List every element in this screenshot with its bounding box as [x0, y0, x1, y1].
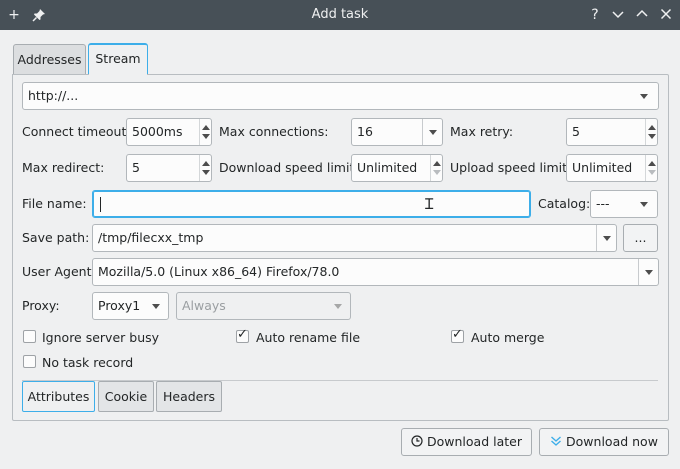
i-beam-cursor-icon: Ɪ: [425, 195, 434, 213]
upload-speed-label: Upload speed limit:: [450, 160, 572, 175]
save-path-combobox[interactable]: /tmp/filecxx_tmp: [92, 224, 617, 252]
download-later-button[interactable]: Download later: [401, 428, 532, 456]
chevron-down-icon[interactable]: [146, 293, 166, 319]
chevron-down-icon[interactable]: [638, 259, 658, 285]
close-icon[interactable]: [656, 5, 676, 25]
chevron-down-icon: [328, 293, 348, 319]
proxy-mode-combobox: Always: [176, 292, 351, 320]
window-title: Add task: [311, 7, 369, 22]
file-name-input[interactable]: Ɪ: [92, 190, 531, 218]
user-agent-value: Mozilla/5.0 (Linux x86_64) Firefox/78.0: [98, 264, 340, 279]
title-bar: + Add task ?: [0, 0, 680, 30]
text-cursor: [100, 197, 101, 212]
url-combobox[interactable]: http://...: [22, 82, 659, 110]
max-redirect-value: 5: [132, 160, 140, 175]
active-tab-join: [89, 73, 147, 76]
max-redirect-label: Max redirect:: [22, 160, 105, 175]
download-later-label: Download later: [427, 434, 522, 449]
no-task-record-label: No task record: [42, 355, 134, 370]
max-retry-spinbox[interactable]: 5: [566, 118, 658, 146]
max-redirect-spinbox[interactable]: 5: [126, 154, 212, 182]
spin-arrows-icon[interactable]: [645, 155, 657, 181]
catalog-combobox[interactable]: ---: [590, 190, 658, 218]
download-speed-spinbox[interactable]: Unlimited: [351, 154, 443, 182]
catalog-label: Catalog:: [538, 196, 591, 211]
help-icon[interactable]: ?: [585, 5, 605, 25]
chevron-down-icon[interactable]: [422, 119, 442, 145]
auto-rename-label: Auto rename file: [256, 330, 361, 345]
tab-stream[interactable]: Stream: [88, 43, 148, 75]
save-path-value: /tmp/filecxx_tmp: [98, 230, 204, 245]
ignore-server-busy-label: Ignore server busy: [42, 330, 160, 345]
user-agent-label: User Agent:: [22, 264, 96, 279]
max-retry-label: Max retry:: [450, 124, 514, 139]
spin-arrows-icon[interactable]: [430, 155, 442, 181]
max-connections-label: Max connections:: [219, 124, 329, 139]
upload-speed-spinbox[interactable]: Unlimited: [566, 154, 658, 182]
download-now-label: Download now: [566, 434, 658, 449]
url-value: http://...: [28, 88, 79, 103]
catalog-value: ---: [596, 196, 610, 211]
minimize-icon[interactable]: [608, 5, 628, 25]
tab-addresses[interactable]: Addresses: [13, 44, 86, 75]
tab-headers[interactable]: Headers: [156, 381, 222, 412]
double-chevron-down-icon: [551, 436, 562, 446]
proxy-label: Proxy:: [22, 298, 60, 313]
checkbox-box[interactable]: [23, 355, 36, 368]
max-connections-combobox[interactable]: 16: [351, 118, 443, 146]
maximize-icon[interactable]: [632, 5, 652, 25]
max-connections-value: 16: [357, 124, 373, 139]
checkbox-box[interactable]: [23, 330, 36, 343]
chevron-down-icon[interactable]: [596, 225, 616, 251]
save-path-label: Save path:: [22, 230, 90, 245]
max-retry-value: 5: [572, 124, 580, 139]
ignore-server-busy-checkbox[interactable]: Ignore server busy: [23, 330, 223, 346]
auto-rename-checkbox[interactable]: Auto rename file: [236, 327, 436, 346]
browse-button[interactable]: ...: [623, 224, 658, 252]
connect-timeout-spinbox[interactable]: 5000ms: [126, 118, 212, 146]
download-speed-value: Unlimited: [357, 160, 418, 175]
connect-timeout-value: 5000ms: [132, 124, 183, 139]
checkbox-box[interactable]: [451, 327, 464, 343]
auto-merge-checkbox[interactable]: Auto merge: [451, 327, 651, 346]
upload-speed-value: Unlimited: [572, 160, 633, 175]
checkbox-box[interactable]: [236, 327, 249, 343]
clock-icon: [411, 435, 423, 447]
download-now-button[interactable]: Download now: [539, 428, 669, 456]
no-task-record-checkbox[interactable]: No task record: [23, 355, 223, 371]
proxy-combobox[interactable]: Proxy1: [92, 292, 169, 320]
tab-cookie[interactable]: Cookie: [98, 381, 154, 412]
proxy-value: Proxy1: [98, 298, 141, 313]
chevron-down-icon[interactable]: [634, 83, 654, 109]
file-name-label: File name:: [22, 196, 87, 211]
chevron-down-icon[interactable]: [634, 191, 654, 217]
spin-arrows-icon[interactable]: [199, 119, 211, 145]
spin-arrows-icon[interactable]: [199, 155, 211, 181]
user-agent-combobox[interactable]: Mozilla/5.0 (Linux x86_64) Firefox/78.0: [92, 258, 659, 286]
spin-arrows-icon[interactable]: [645, 119, 657, 145]
connect-timeout-label: Connect timeout:: [22, 124, 131, 139]
auto-merge-label: Auto merge: [471, 330, 545, 345]
proxy-mode-value: Always: [182, 298, 226, 313]
tab-attributes[interactable]: Attributes: [22, 381, 95, 412]
download-speed-label: Download speed limit:: [219, 160, 359, 175]
